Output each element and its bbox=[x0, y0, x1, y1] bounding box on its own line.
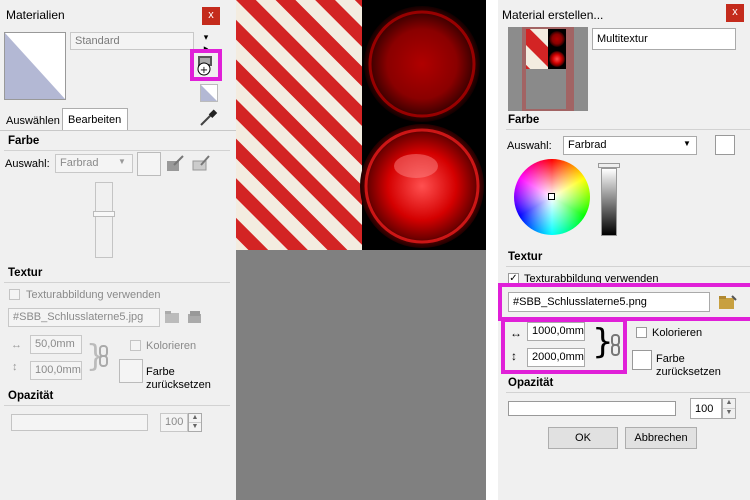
browse-folder-icon[interactable] bbox=[718, 292, 738, 312]
color-select-dropdown[interactable]: Farbrad bbox=[563, 136, 697, 155]
close-button[interactable]: x bbox=[202, 7, 220, 25]
materials-title: Materialien bbox=[6, 8, 65, 22]
edit-texture-icon[interactable] bbox=[186, 308, 204, 326]
divider bbox=[506, 129, 750, 130]
small-preview-swatch bbox=[200, 84, 218, 102]
divider bbox=[4, 405, 230, 406]
texture-section-title: Textur bbox=[8, 267, 43, 279]
use-texture-label: Texturabbildung verwenden bbox=[26, 289, 161, 301]
spin-up-icon[interactable]: ▲ bbox=[189, 414, 201, 423]
texture-width-field[interactable]: 50,0mm bbox=[30, 335, 82, 354]
material-thumbnail bbox=[508, 27, 588, 111]
link-chain-icon[interactable] bbox=[610, 334, 622, 356]
tab-auswaehlen[interactable]: Auswählen bbox=[4, 110, 62, 130]
tab-bearbeiten[interactable]: Bearbeiten bbox=[62, 108, 128, 130]
lower-lamp bbox=[360, 124, 484, 248]
reset-color-swatch[interactable] bbox=[632, 350, 652, 370]
create-material-dialog: Material erstellen... x Multitextur Farb… bbox=[486, 0, 750, 500]
color-section-title: Farbe bbox=[8, 135, 40, 147]
colorize-label: Kolorieren bbox=[146, 340, 197, 352]
divider bbox=[506, 392, 750, 393]
spin-down-icon[interactable]: ▼ bbox=[723, 409, 735, 419]
create-material-highlight-overlay bbox=[190, 49, 222, 81]
color-wheel[interactable] bbox=[514, 159, 590, 235]
spin-down-icon[interactable]: ▼ bbox=[189, 423, 201, 432]
brightness-slider-thumb[interactable] bbox=[598, 163, 620, 168]
dialog-title: Material erstellen... bbox=[502, 8, 604, 22]
reset-color-label-2[interactable]: zurücksetzen bbox=[656, 366, 721, 378]
material-preview-swatch bbox=[5, 33, 65, 99]
opacity-slider[interactable] bbox=[11, 414, 148, 431]
reset-color-label-2[interactable]: zurücksetzen bbox=[146, 379, 211, 391]
width-arrows-icon: ↔ bbox=[510, 326, 522, 340]
colorize-checkbox[interactable] bbox=[130, 340, 141, 351]
eyedropper-icon[interactable] bbox=[198, 108, 218, 128]
color-swatch[interactable] bbox=[137, 152, 161, 176]
close-button[interactable]: x bbox=[726, 4, 744, 22]
colorize-checkbox[interactable] bbox=[636, 327, 647, 338]
upper-lamp bbox=[364, 6, 480, 122]
texture-width-field[interactable]: 1000,0mm bbox=[527, 322, 585, 341]
use-texture-checkbox[interactable] bbox=[9, 289, 20, 300]
texture-file-field[interactable]: #SBB_Schlusslaterne5.png bbox=[508, 292, 710, 312]
slider-thumb[interactable] bbox=[93, 211, 115, 217]
opacity-value-field[interactable]: 100 bbox=[690, 398, 722, 419]
reset-color-label[interactable]: Farbe bbox=[656, 353, 685, 365]
ok-button[interactable]: OK bbox=[548, 427, 618, 449]
color-select-label: Auswahl: bbox=[5, 158, 50, 170]
spin-up-icon[interactable]: ▲ bbox=[723, 399, 735, 409]
material-name-field[interactable]: Multitextur bbox=[592, 28, 736, 50]
material-preview bbox=[4, 32, 66, 100]
material-name-field[interactable]: Standard bbox=[70, 32, 194, 50]
texture-section-title: Textur bbox=[508, 251, 543, 263]
color-swatch[interactable] bbox=[715, 135, 735, 155]
opacity-spinner[interactable]: ▲ ▼ bbox=[722, 398, 736, 419]
opacity-slider[interactable] bbox=[508, 401, 676, 416]
dialog-titlebar: Material erstellen... bbox=[498, 0, 750, 28]
opacity-section-title: Opazität bbox=[508, 377, 554, 389]
texture-preview bbox=[236, 0, 486, 500]
texture-height-field[interactable]: 100,0mm bbox=[30, 361, 82, 380]
reset-color-swatch[interactable] bbox=[119, 359, 143, 383]
color-section-title: Farbe bbox=[508, 114, 540, 126]
brightness-slider[interactable] bbox=[93, 182, 115, 258]
height-arrows-icon: ↕ bbox=[12, 361, 18, 373]
browse-folder-icon[interactable] bbox=[164, 308, 182, 326]
material-menu-arrow-icon[interactable]: ▾ ▸ bbox=[199, 32, 213, 53]
divider bbox=[4, 282, 230, 283]
opacity-spinner[interactable]: ▲ ▼ bbox=[188, 413, 202, 432]
texture-height-field[interactable]: 2000,0mm bbox=[527, 348, 585, 367]
link-chain-icon[interactable] bbox=[98, 345, 110, 367]
materials-titlebar: Materialien bbox=[0, 0, 236, 28]
reset-color-label[interactable]: Farbe bbox=[146, 366, 175, 378]
width-arrows-icon: ↔ bbox=[11, 339, 22, 351]
cancel-button[interactable]: Abbrechen bbox=[625, 427, 697, 449]
match-color-model-icon[interactable] bbox=[164, 153, 186, 175]
color-select-label: Auswahl: bbox=[507, 140, 552, 152]
colorize-label: Kolorieren bbox=[652, 327, 703, 339]
divider bbox=[506, 266, 750, 267]
opacity-section-title: Opazität bbox=[8, 390, 54, 402]
match-color-screen-icon[interactable] bbox=[190, 153, 212, 175]
chevron-down-icon: ▼ bbox=[683, 139, 691, 148]
brightness-slider[interactable] bbox=[601, 168, 617, 236]
opacity-value-field[interactable]: 100 bbox=[160, 413, 188, 432]
texture-image bbox=[236, 0, 486, 250]
height-arrows-icon: ↕ bbox=[511, 349, 517, 363]
divider bbox=[4, 150, 230, 151]
chevron-down-icon: ▼ bbox=[118, 157, 126, 166]
color-picker-marker[interactable] bbox=[548, 193, 555, 200]
lamp-glare bbox=[394, 154, 438, 178]
warning-stripes bbox=[236, 0, 362, 250]
divider bbox=[0, 130, 236, 131]
texture-file-field[interactable]: #SBB_Schlusslaterne5.jpg bbox=[8, 308, 160, 327]
